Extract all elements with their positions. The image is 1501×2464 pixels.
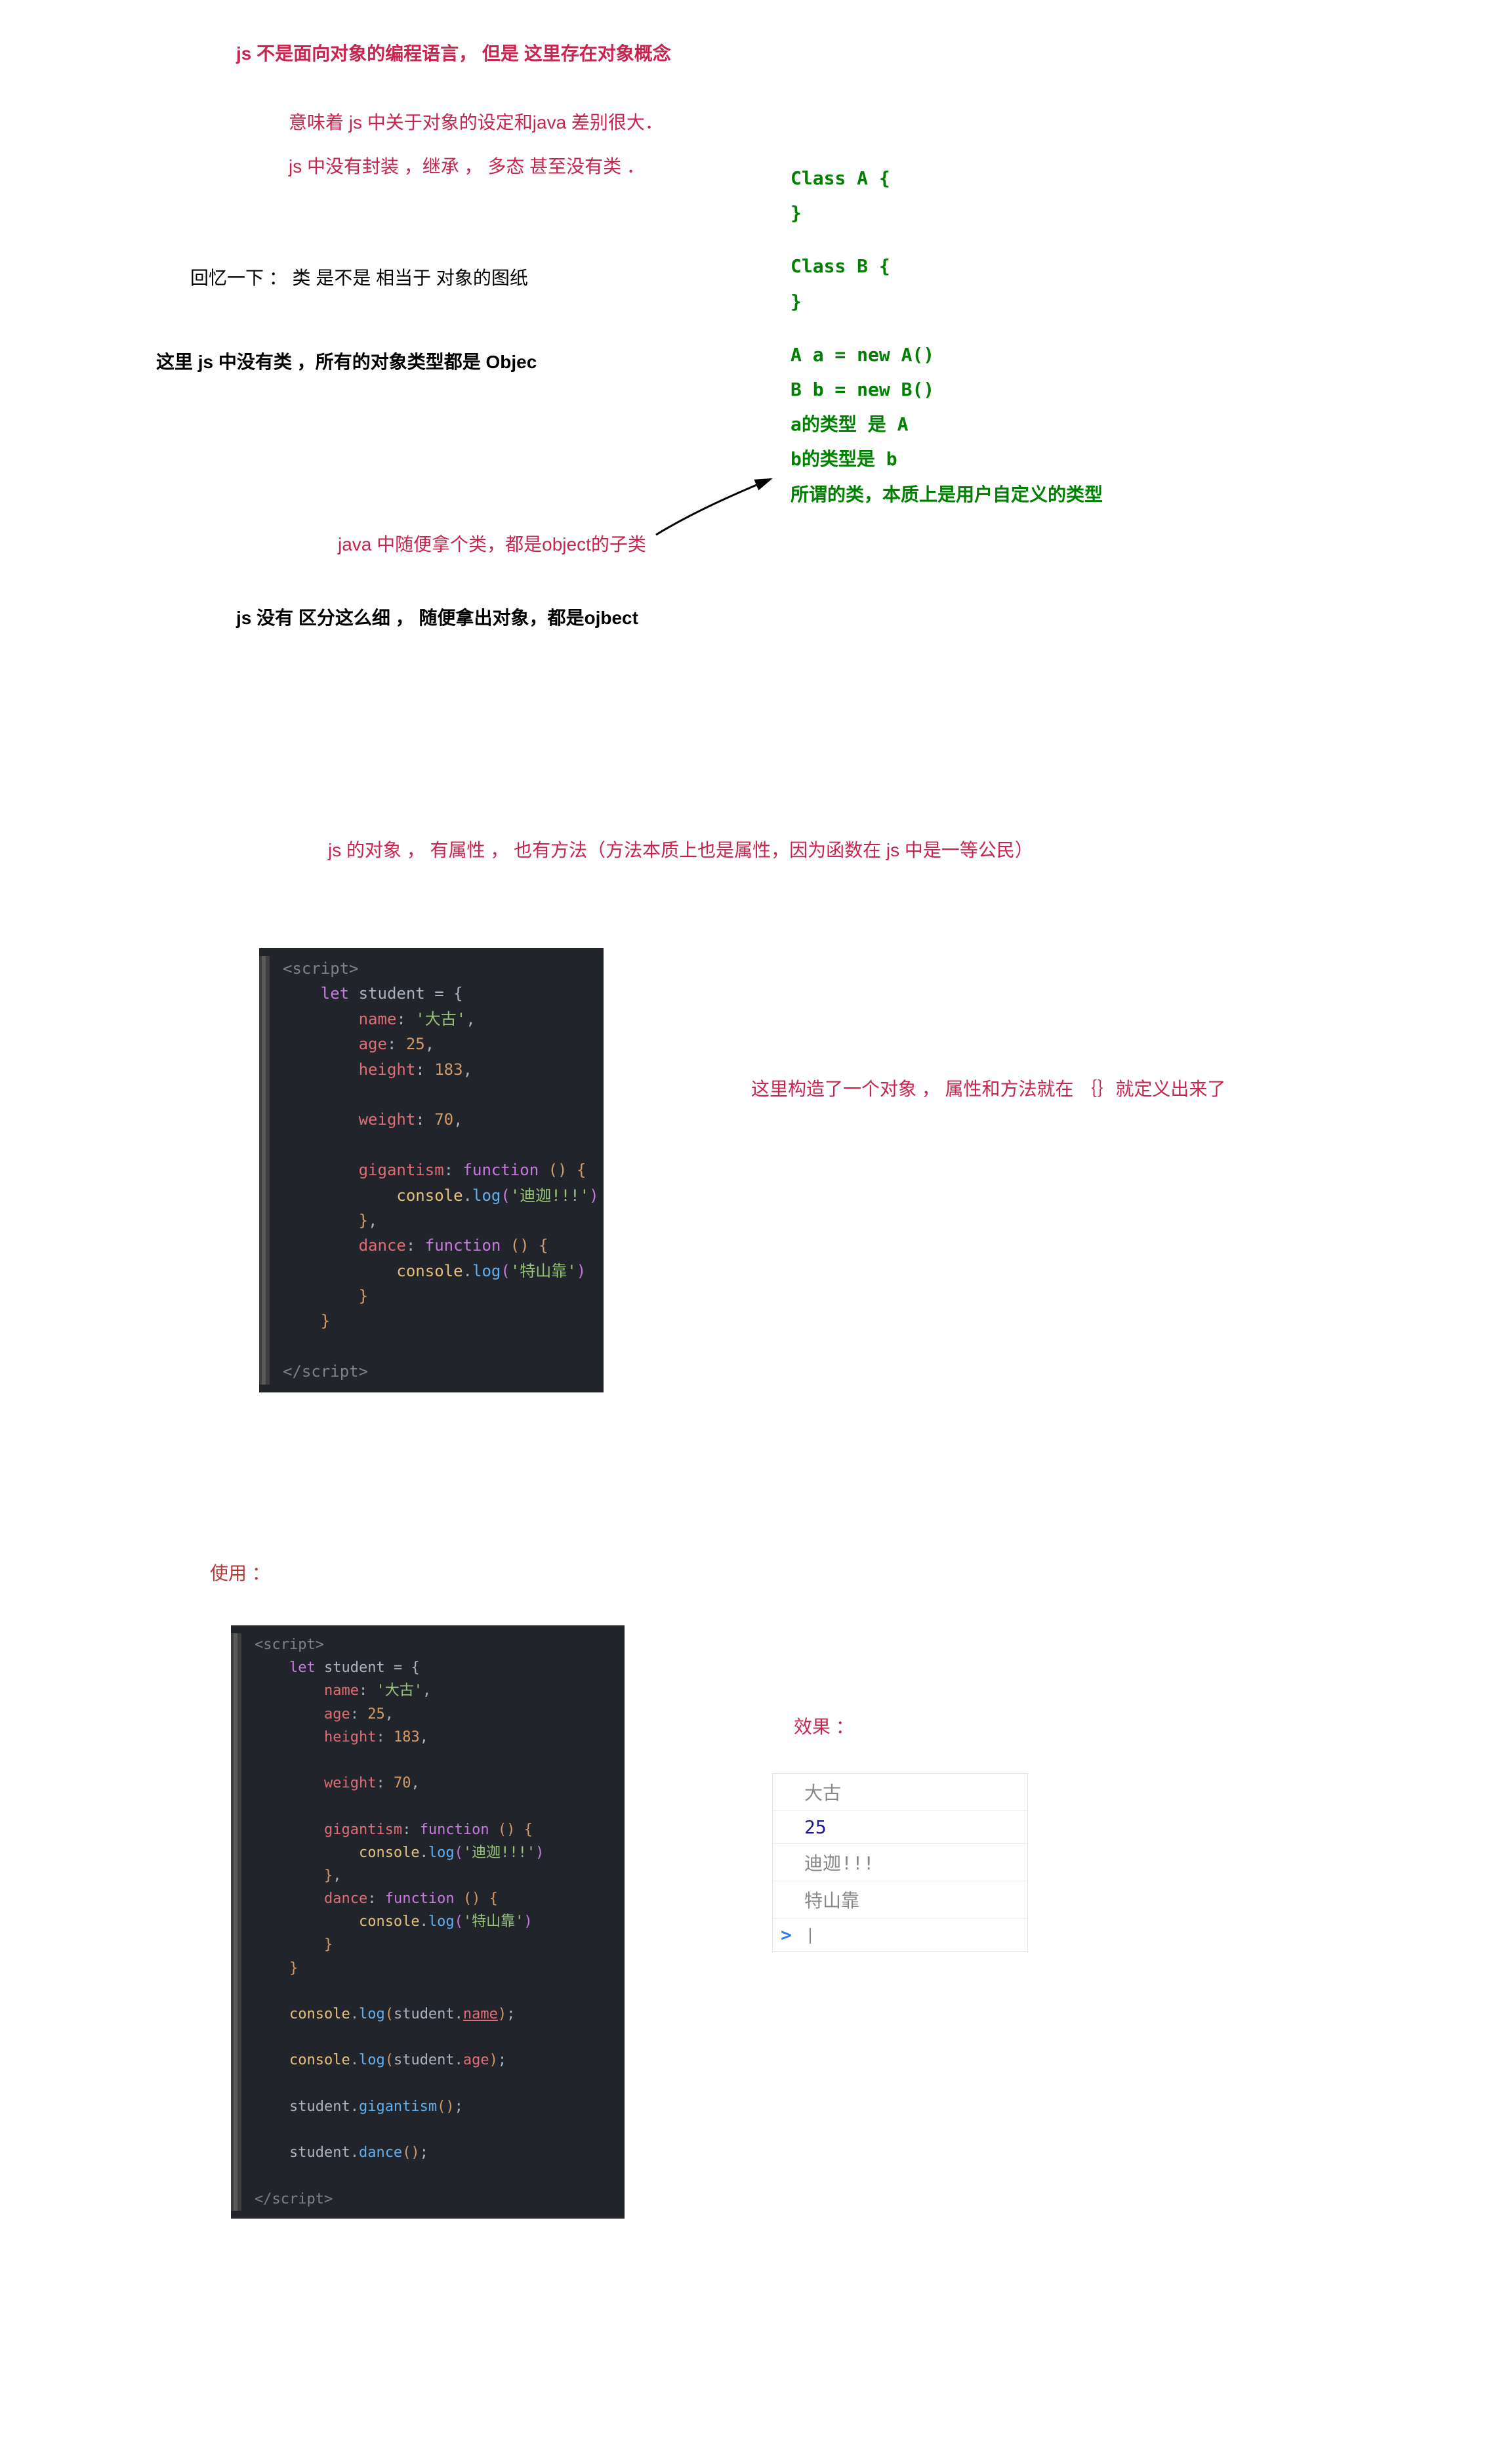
code-block-1: <script> let student = { name: '大古', age… [259, 948, 604, 1392]
text-usage: 使用 ： [210, 1559, 270, 1585]
console-line: 大古 [773, 1774, 1027, 1811]
console-output: 大古 25 迪迦!!! 特山靠 > [772, 1773, 1028, 1952]
text-construct-obj: 这里构造了一个对象 ， 属性和方法就在 ｛｝就定义出来了 [751, 1075, 1225, 1101]
code-line: 所谓的类，本质上是用户自定义的类型 [791, 477, 1103, 512]
code-line: A a = new A() [791, 337, 1103, 372]
console-prompt[interactable]: > [773, 1919, 1027, 1951]
text-class-blueprint: 回忆一下 ： 类 是不是 相当于 对象的图纸 [190, 264, 528, 290]
text-all-objec: 这里 js 中没有类 ，所有的对象类型都是 Objec [156, 348, 537, 374]
text-js-diff-java: 意味着 js 中关于对象的设定和java 差别很大． [289, 108, 663, 135]
code-line: a的类型 是 A [791, 407, 1103, 442]
code-line: B b = new B() [791, 372, 1103, 407]
code-line: } [791, 196, 1103, 230]
code-line: Class A { [791, 161, 1103, 196]
console-line: 25 [773, 1811, 1027, 1844]
code-line: Class B { [791, 249, 1103, 283]
text-result: 效果 ： [794, 1713, 854, 1739]
code-line: } [791, 284, 1103, 319]
console-line: 迪迦!!! [773, 1844, 1027, 1881]
code-line: b的类型是 b [791, 442, 1103, 476]
java-pseudo-code: Class A { } Class B { } A a = new A() B … [791, 161, 1103, 512]
text-js-no-encap: js 中没有封装 ，继承 ， 多态 甚至没有类 ． [289, 152, 645, 178]
text-js-all-object: js 没有 区分这么细 ， 随便拿出对象，都是ojbect [236, 604, 638, 630]
text-obj-props-methods: js 的对象 ， 有属性 ， 也有方法（方法本质上也是属性，因为函数在 js 中… [328, 836, 1033, 862]
arrow-icon [646, 472, 791, 551]
text-java-subclass: java 中随便拿个类，都是object的子类 [338, 530, 646, 556]
code-token: <script> [283, 959, 359, 978]
console-line: 特山靠 [773, 1881, 1027, 1919]
text-js-not-oop: js 不是面向对象的编程语言， 但是 这里存在对象概念 [236, 39, 671, 66]
cursor-icon [810, 1928, 811, 1944]
chevron-right-icon: > [781, 1924, 792, 1946]
code-block-2: <script> let student = { name: '大古', age… [231, 1625, 625, 2219]
